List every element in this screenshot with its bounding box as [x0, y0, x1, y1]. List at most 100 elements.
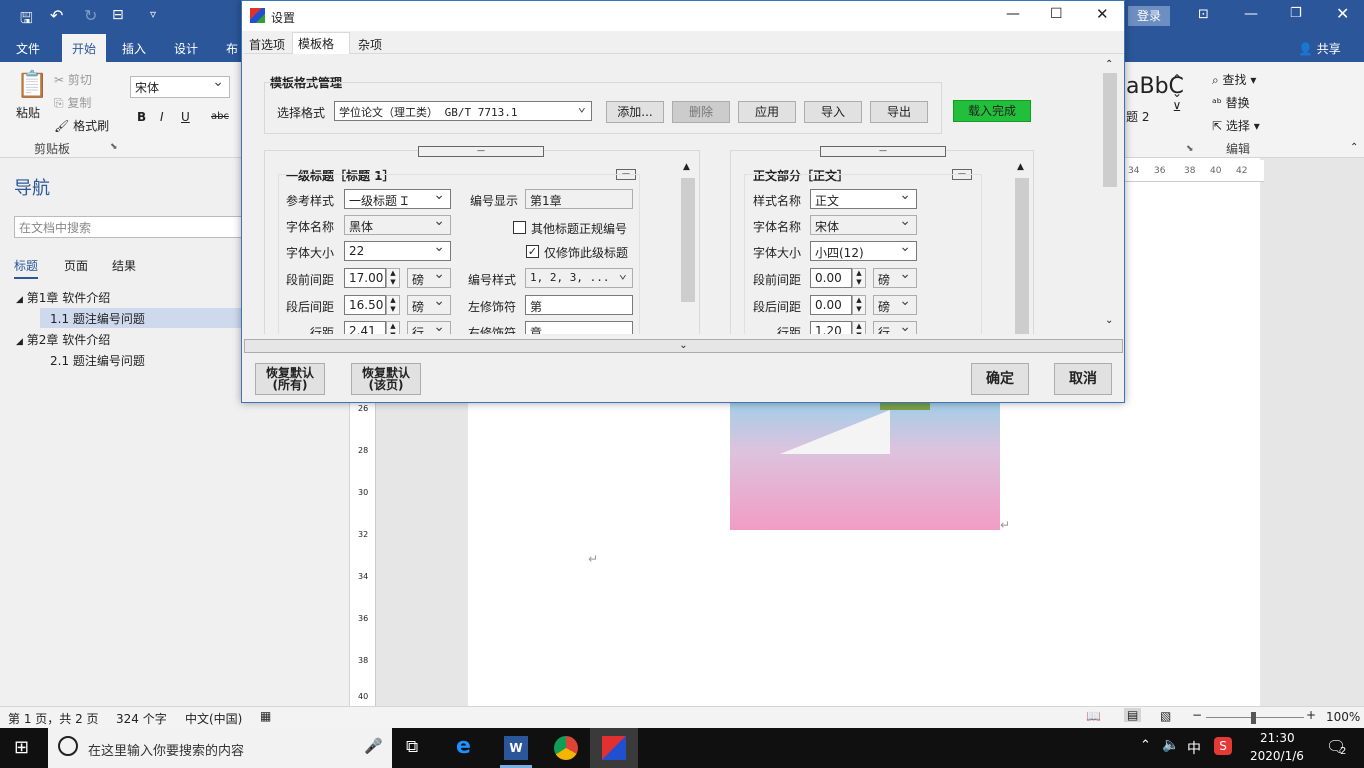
tab-preferences[interactable]: 首选项 [249, 36, 285, 53]
microphone-icon[interactable]: 🎤 [364, 737, 383, 755]
dialog-maximize-icon[interactable]: ☐ [1050, 6, 1063, 22]
font-name-combo[interactable]: 宋体 [130, 76, 230, 98]
delete-button[interactable]: 删除 [672, 101, 730, 123]
heading1-font-size-combo[interactable]: 22 [344, 241, 451, 261]
save-icon[interactable]: 🖫 [20, 8, 33, 33]
tray-expand-icon[interactable]: ⌃ [1140, 738, 1151, 753]
scroll-down-icon[interactable]: ⌄ [1105, 315, 1113, 326]
only-this-level-label[interactable]: 仅修饰此级标题 [544, 244, 628, 261]
collapse-ribbon-icon[interactable]: ⌃ [1350, 142, 1358, 153]
nav-tab-results[interactable]: 结果 [112, 257, 136, 274]
heading1-scrollbar[interactable]: ▲ [680, 162, 696, 334]
bold-button[interactable]: B [137, 110, 146, 124]
underline-button[interactable]: U [181, 110, 190, 124]
addin-app-icon[interactable] [602, 736, 626, 760]
body-after-input[interactable]: 0.00 [810, 295, 852, 315]
right-deco-input[interactable]: 章 [525, 321, 633, 334]
document-image[interactable] [730, 398, 1000, 530]
body-line-input[interactable]: 1.20 [810, 321, 852, 334]
volume-icon[interactable]: 🔈 [1162, 737, 1179, 753]
tree-item-ch1[interactable]: ◢ 第1章 软件介绍 [16, 289, 110, 306]
heading1-collapse-bar[interactable]: — [418, 146, 544, 157]
only-this-level-checkbox[interactable]: ✓ [526, 245, 539, 258]
sogou-icon[interactable]: S [1214, 737, 1232, 755]
before-unit-combo[interactable]: 磅 [407, 268, 451, 288]
replace-button[interactable]: ᵃᵇ 替换 [1212, 94, 1250, 111]
tab-template-format[interactable]: 模板格式 [292, 32, 350, 68]
dialog-close-icon[interactable]: ✕ [1096, 5, 1109, 23]
word-app-icon[interactable]: W [504, 736, 528, 760]
windows-start-icon[interactable]: ⊞ [14, 737, 29, 758]
web-layout-icon[interactable]: ▧ [1160, 709, 1171, 723]
line-unit-combo[interactable]: 行 [407, 321, 451, 334]
tab-file[interactable]: 文件 [16, 40, 40, 57]
select-format-combo[interactable]: 学位论文（理工类） GB/T 7713.1 [334, 101, 592, 121]
page-count[interactable]: 第 1 页，共 2 页 [8, 710, 99, 727]
cut-button[interactable]: ✂ 剪切 [54, 71, 92, 88]
word-count[interactable]: 324 个字 [116, 710, 167, 727]
format-painter-button[interactable]: 🖌 格式刷 [54, 117, 109, 134]
strikethrough-button[interactable]: abc [211, 111, 229, 122]
tab-insert[interactable]: 插入 [122, 40, 146, 57]
login-button[interactable]: 登录 [1128, 6, 1170, 26]
body-after-unit-combo[interactable]: 磅 [873, 295, 917, 315]
body-scrollbar[interactable]: ▲ [1014, 162, 1030, 334]
language[interactable]: 中文(中国) [185, 710, 242, 727]
chrome-icon[interactable] [554, 736, 578, 760]
customize-qat-icon[interactable]: ⊟ [112, 7, 124, 23]
num-style-combo[interactable]: 1, 2, 3, ... [525, 268, 633, 288]
dialog-launcher-icon[interactable]: ⬊ [110, 142, 118, 152]
styles-launcher-icon[interactable]: ⬊ [1186, 144, 1194, 154]
add-button[interactable]: 添加... [606, 101, 664, 123]
nav-search-input[interactable]: 在文档中搜索 [14, 216, 254, 238]
body-line-spinner[interactable]: ▲▼ [852, 321, 866, 334]
collapse-triangle-icon[interactable]: ◢ [16, 295, 23, 305]
heading1-font-name-combo[interactable]: 黑体 [344, 215, 451, 235]
body-after-spinner[interactable]: ▲ ▼ [852, 295, 866, 315]
body-before-unit-combo[interactable]: 磅 [873, 268, 917, 288]
ok-button[interactable]: 确定 [971, 363, 1029, 395]
taskbar-search[interactable]: 在这里输入你要搜索的内容 🎤 [48, 728, 392, 768]
tree-item-ch2[interactable]: ◢ 第2章 软件介绍 [16, 331, 110, 348]
body-font-size-combo[interactable]: 小四(12) [810, 241, 917, 261]
after-unit-combo[interactable]: 磅 [407, 295, 451, 315]
apply-button[interactable]: 应用 [738, 101, 796, 123]
read-mode-icon[interactable]: 📖 [1086, 709, 1101, 723]
paste-icon[interactable]: 📋 [16, 70, 48, 100]
macro-record-icon[interactable]: ▦ [260, 709, 271, 723]
export-button[interactable]: 导出 [870, 101, 928, 123]
body-font-name-combo[interactable]: 宋体 [810, 215, 917, 235]
body-collapse-bar[interactable]: — [820, 146, 946, 157]
heading1-line-input[interactable]: 2.41 [344, 321, 386, 334]
scrollbar-thumb[interactable] [1103, 73, 1117, 187]
zoom-slider-thumb[interactable] [1251, 712, 1256, 724]
clock-date[interactable]: 2020/1/6 [1250, 749, 1304, 763]
find-button[interactable]: ⌕ 查找 ▾ [1212, 71, 1256, 88]
select-button[interactable]: ⇱ 选择 ▾ [1212, 117, 1260, 134]
paste-label[interactable]: 粘贴 [16, 104, 40, 121]
scroll-up-icon[interactable]: ▲ [1017, 162, 1024, 172]
tree-item-2-1[interactable]: 2.1 题注编号问题 [50, 352, 145, 369]
italic-button[interactable]: I [160, 110, 164, 124]
minimize-icon[interactable]: — [1244, 6, 1258, 22]
zoom-level[interactable]: 100% [1326, 710, 1360, 724]
left-deco-input[interactable]: 第 [525, 295, 633, 315]
body-style-name-combo[interactable]: 正文 [810, 189, 917, 209]
edge-icon[interactable]: e [456, 734, 471, 759]
tab-layout[interactable]: 布 [226, 40, 238, 57]
qat-more-icon[interactable]: ▿ [150, 7, 156, 21]
restore-icon[interactable]: ❐ [1290, 6, 1302, 21]
tab-design[interactable]: 设计 [174, 40, 198, 57]
body-line-unit-combo[interactable]: 行 [873, 321, 917, 334]
heading1-after-input[interactable]: 16.50 [344, 295, 386, 315]
zoom-in-icon[interactable]: + [1306, 708, 1316, 722]
clock-time[interactable]: 21:30 [1260, 731, 1295, 745]
scroll-up-icon[interactable]: ▲ [683, 162, 690, 172]
share-button[interactable]: 👤 共享 [1298, 40, 1341, 57]
collapse-triangle-icon[interactable]: ◢ [16, 337, 23, 347]
other-numbering-checkbox[interactable] [513, 221, 526, 234]
nav-tab-headings[interactable]: 标题 [14, 257, 39, 279]
close-icon[interactable]: ✕ [1336, 4, 1349, 23]
heading1-before-input[interactable]: 17.00 [344, 268, 386, 288]
restore-page-button[interactable]: 恢复默认 (该页) [351, 363, 421, 395]
